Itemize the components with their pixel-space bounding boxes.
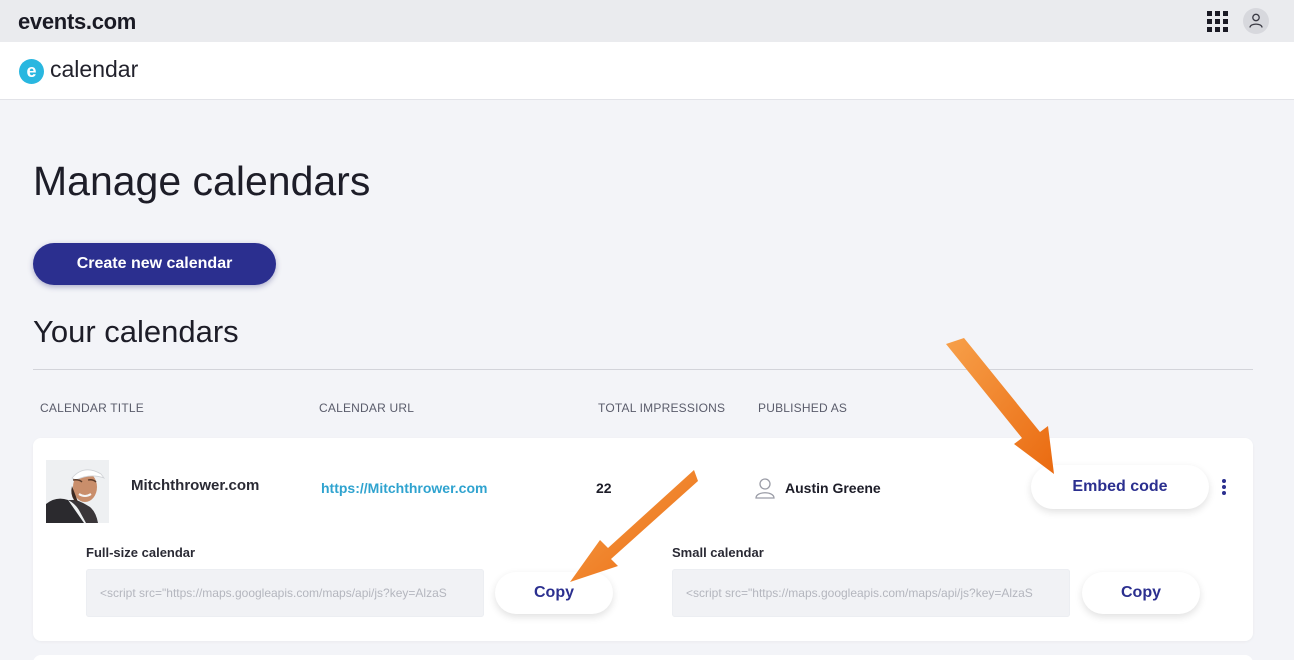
section-divider bbox=[33, 369, 1253, 370]
create-new-calendar-button[interactable]: Create new calendar bbox=[33, 243, 276, 285]
total-impressions-value: 22 bbox=[596, 480, 612, 496]
calendar-title: Mitchthrower.com bbox=[131, 477, 260, 494]
small-calendar-label: Small calendar bbox=[672, 545, 764, 560]
embed-code-button[interactable]: Embed code bbox=[1031, 465, 1209, 509]
copy-full-size-button[interactable]: Copy bbox=[495, 572, 613, 614]
app-name: calendar bbox=[50, 56, 139, 82]
calendar-card-next bbox=[33, 655, 1253, 660]
full-size-calendar-label: Full-size calendar bbox=[86, 545, 196, 560]
section-title: Your calendars bbox=[33, 314, 239, 349]
brand-logo[interactable]: events.com bbox=[18, 9, 136, 35]
full-size-embed-code-field[interactable]: <script src="https://maps.googleapis.com… bbox=[86, 569, 484, 617]
column-header-title: CALENDAR TITLE bbox=[40, 401, 144, 415]
user-icon[interactable] bbox=[1243, 8, 1269, 34]
copy-small-button[interactable]: Copy bbox=[1082, 572, 1200, 614]
app-header: e calendar bbox=[0, 42, 1294, 100]
global-topbar: events.com bbox=[0, 0, 1294, 42]
column-header-impressions: TOTAL IMPRESSIONS bbox=[598, 401, 726, 415]
column-header-url: CALENDAR URL bbox=[319, 401, 415, 415]
calendar-thumbnail bbox=[46, 460, 109, 523]
more-options-icon[interactable] bbox=[1220, 479, 1228, 495]
grid-apps-icon[interactable] bbox=[1207, 11, 1228, 32]
calendar-logo-icon[interactable]: e bbox=[19, 59, 44, 84]
calendar-url-link[interactable]: https://Mitchthrower.com bbox=[321, 480, 487, 496]
person-icon bbox=[755, 477, 775, 504]
published-as-name: Austin Greene bbox=[785, 480, 881, 496]
column-header-published-as: PUBLISHED AS bbox=[758, 401, 848, 415]
small-embed-code-field[interactable]: <script src="https://maps.googleapis.com… bbox=[672, 569, 1070, 617]
page-title: Manage calendars bbox=[33, 158, 371, 204]
